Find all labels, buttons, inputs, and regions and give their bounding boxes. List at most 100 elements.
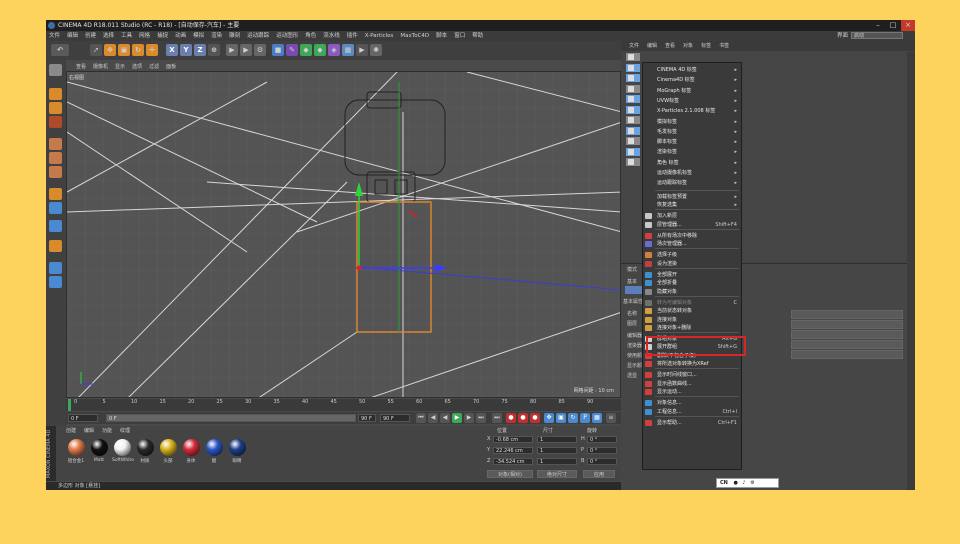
material-swatch[interactable]: 铝合金1 [66,439,86,464]
context-menu-item[interactable]: Cinema4D 标签 ▸ [643,75,741,85]
keyframe-scale-icon[interactable]: ▣ [556,413,566,423]
attribute-field[interactable] [791,340,903,349]
transform-tool-icon[interactable]: ✛ [146,44,158,56]
z-axis-lock-icon[interactable]: Z [194,44,206,56]
cube-object-icon[interactable]: ■ [272,44,284,56]
undo-icon[interactable]: ↶ [51,44,69,56]
material-menu-item[interactable]: 创建 [66,428,76,434]
context-menu-item[interactable]: 模拟标签 ▸ [643,117,741,127]
timeline-ruler[interactable]: 0 5 10 15 20 25 30 35 40 45 50 55 60 65 70 75 80 85 90 [66,399,621,411]
context-menu-item[interactable]: 毛发标签 ▸ [643,127,741,137]
menu-item[interactable]: 创建 [85,33,96,39]
viewport-menu-item[interactable]: 查看 [76,64,86,70]
layout-select[interactable]: 启动 [851,32,903,39]
material-swatch[interactable]: SoftWhite [112,439,134,463]
playhead[interactable] [68,399,71,411]
context-menu-item[interactable]: 显示帮助... Ctrl+F1 [643,418,741,428]
lock-workplane-icon[interactable] [49,276,62,288]
grid-workplane-icon[interactable] [49,262,62,274]
timeline-menu-icon[interactable]: ≡ [606,413,616,423]
render-view-icon[interactable]: ▶ [226,44,238,56]
minimize-icon[interactable]: – [871,20,885,31]
texture-mode-icon[interactable] [49,102,62,114]
context-menu-item[interactable]: 脚本标签 ▸ [643,137,741,147]
object-row[interactable] [626,137,640,145]
apply-button[interactable]: 应用 [583,470,615,478]
menu-item[interactable]: 窗口 [454,33,465,39]
viewport-menu-item[interactable]: 显示 [115,64,125,70]
light-icon[interactable]: ✺ [370,44,382,56]
go-to-end-icon[interactable]: ⏭ [476,413,486,423]
object-row[interactable] [626,147,640,156]
material-swatch[interactable]: 眼睛 [227,439,247,464]
object-menu-item[interactable]: 查看 [665,43,675,49]
attribute-field[interactable] [791,330,903,339]
position-field[interactable]: -34.524 cm [493,458,533,465]
menu-item[interactable]: 流水线 [323,33,340,39]
next-key-icon[interactable]: ▶ [464,413,474,423]
axis-mode-icon[interactable] [49,188,62,200]
render-settings-icon[interactable]: ⚙ [254,44,266,56]
size-field[interactable]: 1 [537,436,577,443]
environment-icon[interactable]: ▦ [342,44,354,56]
object-row[interactable] [626,126,640,135]
tweak-mode-icon[interactable] [49,202,62,214]
move-tool-icon[interactable]: ✥ [104,44,116,56]
object-row[interactable] [626,63,640,72]
material-swatch[interactable]: 腿 [204,439,224,464]
rotation-field[interactable]: 0 ° [587,436,617,443]
size-field[interactable]: 1 [537,458,577,465]
context-menu-item[interactable]: X-Particles 2.1.008 标签 ▸ [643,106,741,116]
context-menu-item[interactable]: UVW标签 ▸ [643,96,741,106]
play-reverse-icon[interactable]: ◀ [440,413,450,423]
panel-side-tabs[interactable] [907,52,915,490]
size-field[interactable]: 1 [537,447,577,454]
frame-range-slider[interactable]: 0 F [106,414,356,422]
object-row[interactable] [626,84,640,93]
object-menu-item[interactable]: 对象 [683,43,693,49]
context-menu-item[interactable]: 角色 标签 ▸ [643,158,741,168]
context-menu-item[interactable]: MoGraph 标签 ▸ [643,86,741,96]
make-editable-icon[interactable] [49,64,62,76]
attribute-field[interactable] [791,350,903,359]
end-frame-field[interactable]: 90 F [380,414,410,422]
keyframe-rotation-icon[interactable]: ↻ [568,413,578,423]
object-row[interactable] [626,116,640,124]
material-swatch[interactable]: 身体 [181,439,201,464]
y-axis-lock-icon[interactable]: Y [180,44,192,56]
ime-mic-icon[interactable]: ♪ [742,480,745,486]
pen-spline-icon[interactable]: ✎ [286,44,298,56]
object-row[interactable] [626,53,640,61]
object-menu-item[interactable]: 标签 [701,43,711,49]
coord-mode-select[interactable]: 对象(相对) [487,470,533,478]
menu-item[interactable]: 动画 [175,33,186,39]
context-menu-item[interactable]: CINEMA 4D 标签 ▸ [643,65,741,75]
context-menu-item[interactable]: 运动摄像机标签 ▸ [643,168,741,178]
menu-item[interactable]: 雕刻 [229,33,240,39]
object-row[interactable] [626,105,640,114]
keyframe-position-icon[interactable]: ✥ [544,413,554,423]
menu-item[interactable]: 模拟 [193,33,204,39]
polygons-mode-icon[interactable] [49,166,62,178]
object-menu-item[interactable]: 书签 [719,43,729,49]
object-menu-item[interactable]: 文件 [629,43,639,49]
loop-icon[interactable]: ⏭ [492,413,502,423]
deformer-icon[interactable]: ◈ [328,44,340,56]
workplane-icon[interactable] [49,240,62,252]
render-picture-viewer-icon[interactable]: ▶ [240,44,252,56]
coordinate-system-icon[interactable]: ⊕ [208,44,220,56]
go-to-start-icon[interactable]: ⏮ [416,413,426,423]
subdivision-icon[interactable]: ◆ [300,44,312,56]
menu-item[interactable]: 编辑 [67,33,78,39]
menu-item[interactable]: 网格 [139,33,150,39]
record-key-icon[interactable]: ● [506,413,516,423]
material-swatch[interactable]: 材质 [135,439,155,464]
menu-item[interactable]: 文件 [49,33,60,39]
position-field[interactable]: -0.68 cm [493,436,533,443]
edges-mode-icon[interactable] [49,152,62,164]
play-icon[interactable]: ▶ [452,413,462,423]
rotation-field[interactable]: 0 ° [587,458,617,465]
menu-item[interactable]: 角色 [305,33,316,39]
select-arrow-icon[interactable]: ➚ [90,44,102,56]
keyframe-param-icon[interactable]: P [580,413,590,423]
